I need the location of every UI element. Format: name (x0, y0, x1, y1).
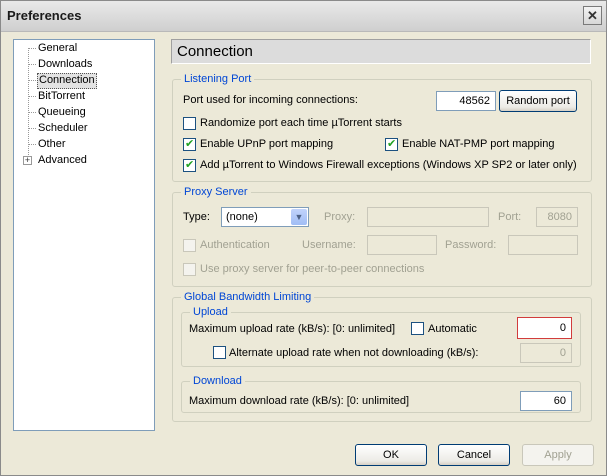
download-legend: Download (190, 375, 245, 387)
proxy-type-value: (none) (226, 211, 258, 223)
alternate-upload-label: Alternate upload rate when not downloadi… (229, 347, 479, 359)
chevron-down-icon[interactable]: ▼ (291, 209, 307, 225)
username-label: Username: (302, 239, 356, 251)
proxy-host-label: Proxy: (324, 211, 356, 223)
bandwidth-legend: Global Bandwidth Limiting (181, 291, 315, 303)
tree-guide-line (28, 48, 29, 163)
authentication-label: Authentication (200, 239, 270, 251)
random-port-button[interactable]: Random port (499, 90, 577, 112)
preferences-window: Preferences ✕ General Downloads Connecti… (0, 0, 607, 476)
window-title: Preferences (7, 8, 82, 23)
firewall-checkbox[interactable] (183, 158, 196, 172)
page-header: Connection (171, 39, 591, 64)
tree-branch (28, 112, 36, 113)
proxy-p2p-label: Use proxy server for peer-to-peer connec… (200, 263, 425, 275)
tree-item-queueing[interactable]: Queueing (37, 105, 87, 119)
username-input[interactable] (367, 235, 437, 255)
authentication-checkbox[interactable] (183, 239, 196, 252)
firewall-label: Add µTorrent to Windows Firewall excepti… (200, 159, 577, 171)
tree-branch (28, 80, 36, 81)
cancel-button[interactable]: Cancel (438, 444, 510, 466)
alternate-upload-checkbox[interactable] (213, 346, 226, 359)
listening-port-legend: Listening Port (181, 73, 255, 85)
tree-branch (28, 48, 36, 49)
natpmp-checkbox[interactable] (385, 137, 398, 151)
automatic-checkbox[interactable] (411, 322, 424, 335)
proxy-p2p-checkbox[interactable] (183, 263, 196, 276)
max-download-label: Maximum download rate (kB/s): [0: unlimi… (189, 395, 410, 407)
tree-item-other[interactable]: Other (37, 137, 67, 151)
tree-item-scheduler[interactable]: Scheduler (37, 121, 89, 135)
tree-branch (28, 144, 36, 145)
expand-plus-icon[interactable]: + (23, 156, 32, 165)
ok-button[interactable]: OK (355, 444, 427, 466)
password-label: Password: (445, 239, 497, 251)
close-icon[interactable]: ✕ (583, 6, 602, 25)
max-upload-input[interactable]: 0 (517, 317, 572, 339)
proxy-port-input[interactable]: 8080 (536, 207, 578, 227)
upnp-checkbox[interactable] (183, 137, 196, 151)
proxy-server-legend: Proxy Server (181, 186, 251, 198)
tree-item-connection[interactable]: Connection (37, 73, 97, 89)
category-tree: General Downloads Connection BitTorrent … (13, 39, 155, 431)
tree-item-advanced[interactable]: Advanced (37, 153, 88, 167)
upload-legend: Upload (190, 306, 231, 318)
apply-button[interactable]: Apply (522, 444, 594, 466)
port-input[interactable]: 48562 (436, 91, 496, 111)
tree-item-downloads[interactable]: Downloads (37, 57, 93, 71)
randomize-port-label: Randomize port each time µTorrent starts (200, 117, 402, 129)
randomize-port-checkbox[interactable] (183, 117, 196, 130)
natpmp-label: Enable NAT-PMP port mapping (402, 138, 555, 150)
tree-branch (28, 128, 36, 129)
tree-branch (28, 96, 36, 97)
proxy-type-select[interactable]: (none) ▼ (221, 207, 309, 227)
automatic-label: Automatic (428, 323, 477, 335)
max-upload-label: Maximum upload rate (kB/s): [0: unlimite… (189, 323, 396, 335)
tree-branch (28, 64, 36, 65)
tree-item-general[interactable]: General (37, 41, 78, 55)
port-label: Port used for incoming connections: (183, 94, 358, 106)
password-input[interactable] (508, 235, 578, 255)
proxy-host-input[interactable] (367, 207, 489, 227)
proxy-port-label: Port: (498, 211, 522, 223)
alternate-upload-input[interactable]: 0 (520, 343, 572, 363)
upnp-label: Enable UPnP port mapping (200, 138, 334, 150)
page-title: Connection (177, 43, 253, 60)
title-bar: Preferences ✕ (1, 1, 606, 32)
proxy-type-label: Type: (183, 211, 210, 223)
tree-item-bittorrent[interactable]: BitTorrent (37, 89, 86, 103)
max-download-input[interactable]: 60 (520, 391, 572, 411)
